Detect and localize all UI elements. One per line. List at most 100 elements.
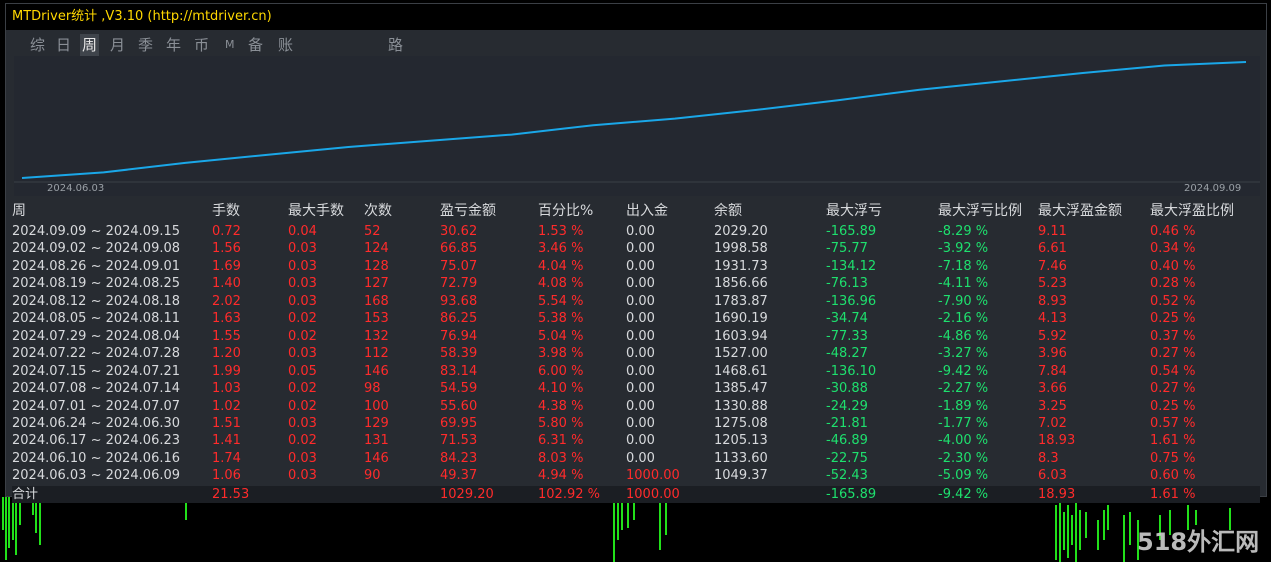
cell-pct: 4.94 % xyxy=(538,468,584,484)
cell-max-float-loss: -77.33 xyxy=(826,328,868,344)
cell-deposit: 0.00 xyxy=(626,450,655,466)
cell-max-float-loss: -52.43 xyxy=(826,468,868,484)
cell-max-float-profit: 8.93 xyxy=(1038,293,1067,309)
cell-max-float-profit: 6.61 xyxy=(1038,241,1067,257)
cell-trades: 146 xyxy=(364,450,389,466)
cell-max-float-profit: 7.02 xyxy=(1038,415,1067,431)
header-max-float-loss-pct[interactable]: 最大浮亏比例 xyxy=(938,200,1022,222)
cell-deposit: 0.00 xyxy=(626,328,655,344)
header-trades[interactable]: 次数 xyxy=(364,200,392,222)
cell-max-float-profit: 9.11 xyxy=(1038,224,1067,239)
cell-deposit: 0.00 xyxy=(626,346,655,362)
tab-3[interactable]: 月 xyxy=(108,34,127,56)
cell-lots: 1.55 xyxy=(212,328,241,344)
header-lots[interactable]: 手数 xyxy=(212,200,240,222)
cell-max-lots: 0.02 xyxy=(288,398,317,414)
cell-pnl: 76.94 xyxy=(440,328,478,344)
cell-trades: 128 xyxy=(364,258,389,274)
cell-trades: 168 xyxy=(364,293,389,309)
cell-balance: 1527.00 xyxy=(714,346,768,362)
cell-max-float-profit: 3.25 xyxy=(1038,398,1067,414)
cell-lots: 1.03 xyxy=(212,381,241,397)
tab-5[interactable]: 年 xyxy=(164,34,183,56)
cell-pnl: 83.14 xyxy=(440,363,478,379)
tab-7[interactable]: M xyxy=(223,34,237,56)
cell-week: 2024.07.08 ~ 2024.07.14 xyxy=(12,381,181,397)
equity-line xyxy=(21,61,1247,179)
tab-8[interactable]: 备 xyxy=(246,34,265,56)
cell-lots: 1.41 xyxy=(212,433,241,449)
tab-1[interactable]: 日 xyxy=(54,34,73,56)
cell-max-float-profit: 18.93 xyxy=(1038,486,1076,502)
header-pct[interactable]: 百分比% xyxy=(538,200,593,222)
cell-week: 2024.08.19 ~ 2024.08.25 xyxy=(12,276,181,292)
cell-max-lots: 0.05 xyxy=(288,363,317,379)
cell-pct: 5.80 % xyxy=(538,415,584,431)
header-max-float-profit-pct[interactable]: 最大浮盈比例 xyxy=(1150,200,1234,222)
cell-max-float-loss-pct: -5.09 % xyxy=(938,468,989,484)
cell-max-float-loss-pct: -9.42 % xyxy=(938,363,989,379)
cell-balance: 1133.60 xyxy=(714,450,768,466)
cell-max-float-profit-pct: 0.27 % xyxy=(1150,346,1196,362)
cell-max-float-profit: 3.66 xyxy=(1038,381,1067,397)
cell-pnl: 66.85 xyxy=(440,241,478,257)
cell-max-float-profit: 4.13 xyxy=(1038,311,1067,327)
cell-max-float-profit-pct: 1.61 % xyxy=(1150,433,1196,449)
tab-2[interactable]: 周 xyxy=(80,34,100,56)
cell-balance: 1205.13 xyxy=(714,433,768,449)
cell-balance: 1998.58 xyxy=(714,241,768,257)
cell-lots: 1.63 xyxy=(212,311,241,327)
cell-pct: 5.04 % xyxy=(538,328,584,344)
tab-4[interactable]: 季 xyxy=(136,34,155,56)
cell-max-float-profit-pct: 1.61 % xyxy=(1150,486,1196,502)
cell-max-float-loss: -21.81 xyxy=(826,415,868,431)
cell-deposit: 0.00 xyxy=(626,258,655,274)
cell-lots: 1.51 xyxy=(212,415,241,431)
table-row: 2024.06.10 ~ 2024.06.16 1.74 0.03 146 84.23 8… xyxy=(12,450,1260,467)
cell-pnl: 71.53 xyxy=(440,433,478,449)
cell-trades: 52 xyxy=(364,224,381,239)
cell-pct: 4.38 % xyxy=(538,398,584,414)
cell-max-float-loss: -75.77 xyxy=(826,241,868,257)
cell-max-float-loss: -30.88 xyxy=(826,381,868,397)
cell-max-lots: 0.03 xyxy=(288,346,317,362)
cell-max-float-loss-pct: -4.86 % xyxy=(938,328,989,344)
cell-week: 2024.06.24 ~ 2024.06.30 xyxy=(12,415,181,431)
cell-pnl: 30.62 xyxy=(440,224,478,239)
cell-balance: 1468.61 xyxy=(714,363,768,379)
cell-deposit: 0.00 xyxy=(626,224,655,239)
tab-6[interactable]: 币 xyxy=(192,34,211,56)
table-row: 2024.07.29 ~ 2024.08.04 1.55 0.02 132 76.94 5… xyxy=(12,328,1260,345)
header-deposit[interactable]: 出入金 xyxy=(626,200,668,222)
header-balance[interactable]: 余额 xyxy=(714,200,742,222)
cell-pct: 5.54 % xyxy=(538,293,584,309)
cell-pnl: 86.25 xyxy=(440,311,478,327)
cell-max-float-profit-pct: 0.25 % xyxy=(1150,398,1196,414)
cell-max-float-loss-pct: -4.00 % xyxy=(938,433,989,449)
cell-pct: 102.92 % xyxy=(538,486,600,502)
header-max-lots[interactable]: 最大手数 xyxy=(288,200,344,222)
cell-lots: 1.56 xyxy=(212,241,241,257)
cell-lots: 1.40 xyxy=(212,276,241,292)
cell-balance: 1931.73 xyxy=(714,258,768,274)
cell-max-float-profit-pct: 0.37 % xyxy=(1150,328,1196,344)
cell-week: 2024.06.17 ~ 2024.06.23 xyxy=(12,433,181,449)
cell-max-float-profit: 7.84 xyxy=(1038,363,1067,379)
cell-max-float-loss-pct: -4.11 % xyxy=(938,276,989,292)
cell-week: 2024.06.10 ~ 2024.06.16 xyxy=(12,450,181,466)
cell-max-float-profit: 5.23 xyxy=(1038,276,1067,292)
cell-balance: 2029.20 xyxy=(714,224,768,239)
cell-max-lots: 0.03 xyxy=(288,450,317,466)
header-max-float-profit[interactable]: 最大浮盈金额 xyxy=(1038,200,1122,222)
header-max-float-loss[interactable]: 最大浮亏 xyxy=(826,200,882,222)
header-week[interactable]: 周 xyxy=(12,200,26,222)
tab-0[interactable]: 综 xyxy=(28,34,47,56)
cell-lots: 1.69 xyxy=(212,258,241,274)
cell-max-float-loss: -46.89 xyxy=(826,433,868,449)
cell-balance: 1275.08 xyxy=(714,415,768,431)
header-pnl[interactable]: 盈亏金额 xyxy=(440,200,496,222)
cell-trades: 124 xyxy=(364,241,389,257)
cell-max-float-loss-pct: -2.30 % xyxy=(938,450,989,466)
table-row: 2024.09.09 ~ 2024.09.15 0.72 0.04 52 30.62 1.… xyxy=(12,223,1260,240)
table-row: 2024.07.22 ~ 2024.07.28 1.20 0.03 112 58.39 3… xyxy=(12,345,1260,362)
